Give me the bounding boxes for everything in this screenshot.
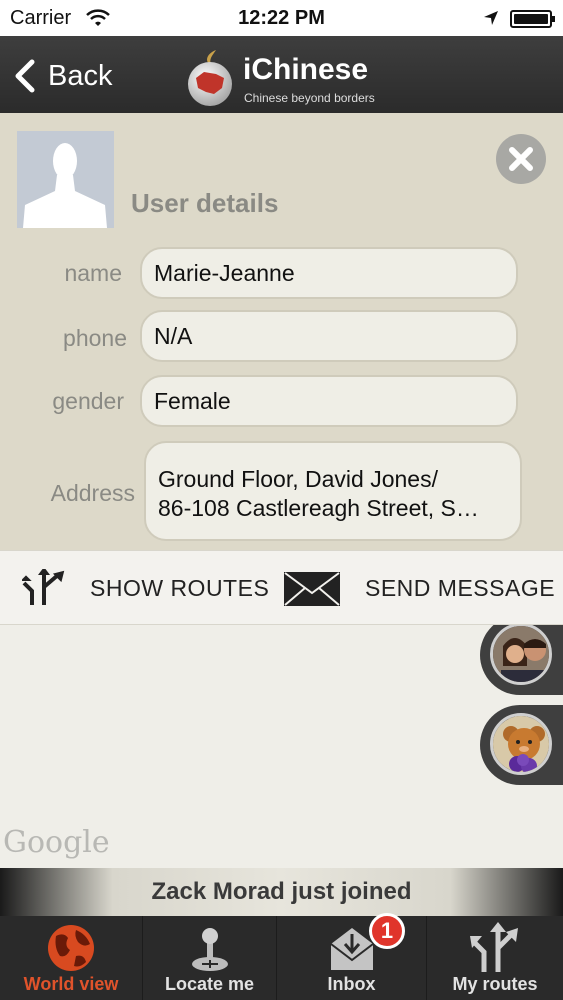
map-user-pin[interactable] bbox=[480, 625, 563, 695]
location-arrow-icon bbox=[484, 11, 498, 25]
user-details-panel: User details name Marie-Jeanne phone N/A… bbox=[0, 113, 563, 550]
inbox-badge: 1 bbox=[369, 913, 405, 949]
tab-label: My routes bbox=[452, 974, 538, 994]
show-routes-button[interactable]: SHOW ROUTES bbox=[22, 551, 269, 626]
tab-label: World view bbox=[23, 974, 119, 994]
phone-label: phone bbox=[63, 325, 127, 351]
back-label: Back bbox=[48, 59, 113, 92]
address-line-1: Ground Floor, David Jones/ bbox=[158, 466, 438, 492]
show-routes-label: SHOW ROUTES bbox=[90, 575, 270, 601]
close-icon bbox=[509, 147, 533, 171]
notification-text: Zack Morad just joined bbox=[151, 878, 412, 905]
action-bar: SHOW ROUTES SEND MESSAGE bbox=[0, 550, 563, 625]
user-photo-teddy bbox=[490, 713, 552, 775]
send-message-label: SEND MESSAGE bbox=[365, 575, 556, 601]
app-tagline: Chinese beyond borders bbox=[244, 91, 375, 105]
map-user-pin[interactable] bbox=[480, 705, 563, 785]
tab-my-routes[interactable]: My routes bbox=[427, 916, 563, 1000]
globe-icon bbox=[48, 925, 94, 971]
map-attribution: Google bbox=[3, 825, 110, 860]
gender-field: Female bbox=[140, 375, 518, 427]
map-view[interactable]: Google bbox=[0, 625, 563, 868]
name-label: name bbox=[64, 260, 122, 286]
address-line-2: 86-108 Castlereagh Street, S… bbox=[158, 495, 479, 521]
tab-bar: World view Locate me 1 Inbox My routes bbox=[0, 913, 563, 1000]
back-button[interactable]: Back bbox=[12, 56, 112, 96]
nav-bar: Back iChinese Chinese beyond borders bbox=[0, 36, 563, 113]
address-field: Ground Floor, David Jones/ 86-108 Castle… bbox=[144, 441, 522, 541]
clock: 12:22 PM bbox=[238, 7, 325, 29]
app-name: iChinese bbox=[243, 53, 369, 86]
name-field: Marie-Jeanne bbox=[140, 247, 518, 299]
battery-level bbox=[514, 14, 548, 24]
user-photo-couple bbox=[490, 625, 552, 685]
panel-title: User details bbox=[131, 188, 279, 218]
tab-world-view[interactable]: World view bbox=[0, 916, 143, 1000]
avatar bbox=[17, 131, 114, 228]
battery-icon bbox=[510, 10, 555, 28]
envelope-icon bbox=[284, 571, 340, 606]
gender-label: gender bbox=[52, 388, 124, 414]
routes-icon bbox=[22, 568, 65, 605]
tab-inbox[interactable]: 1 Inbox bbox=[277, 913, 427, 1000]
routes-icon bbox=[470, 922, 518, 972]
status-bar: Carrier 12:22 PM bbox=[0, 0, 563, 36]
tab-locate-me[interactable]: Locate me bbox=[143, 916, 277, 1000]
user-silhouette-icon bbox=[23, 143, 107, 228]
send-message-button[interactable]: SEND MESSAGE bbox=[283, 551, 555, 626]
tab-label: Locate me bbox=[164, 974, 255, 994]
address-label: Address bbox=[50, 480, 135, 506]
tab-label: Inbox bbox=[327, 974, 376, 994]
close-button[interactable] bbox=[496, 134, 546, 184]
app-logo: iChinese Chinese beyond borders bbox=[182, 40, 402, 110]
notification-banner: Zack Morad just joined bbox=[0, 868, 563, 916]
globe-logo-icon bbox=[188, 50, 232, 106]
joystick-icon bbox=[191, 928, 228, 971]
phone-field: N/A bbox=[140, 310, 518, 362]
chevron-left-icon bbox=[15, 59, 35, 93]
